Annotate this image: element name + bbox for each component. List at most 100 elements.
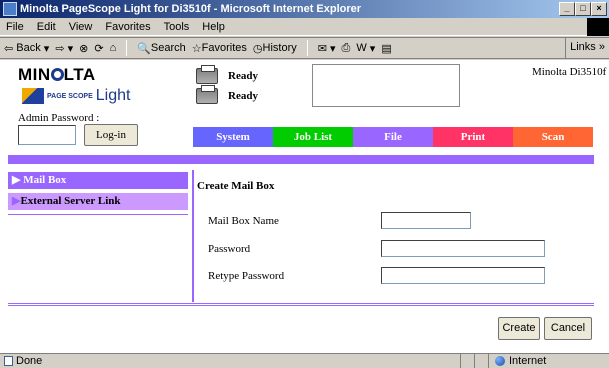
links-toolbar[interactable]: Links »	[565, 38, 609, 58]
refresh-icon: ⟳	[94, 42, 104, 55]
close-button[interactable]: ×	[591, 2, 607, 16]
mail-icon: ✉	[317, 42, 327, 55]
window-controls: _ □ ×	[559, 2, 607, 16]
retype-password-label: Retype Password	[208, 270, 285, 282]
tab-file[interactable]: File	[353, 127, 433, 147]
tab-print[interactable]: Print	[433, 127, 513, 147]
word-icon: W	[356, 42, 367, 54]
history-icon: ◷	[252, 42, 263, 55]
pagescope-light: Light	[95, 87, 131, 104]
brand-suffix: LTA	[63, 65, 96, 84]
stop-button[interactable]: ⊗	[79, 42, 88, 55]
search-icon: 🔍	[137, 42, 151, 55]
page-content: MIN LTA PAGE SCOPE Light Admin Password :…	[0, 60, 609, 353]
device-model: Minolta Di3510f	[532, 66, 607, 78]
admin-password-input[interactable]	[18, 125, 76, 145]
menu-view[interactable]: View	[69, 21, 93, 33]
header-divider	[8, 155, 594, 164]
favorites-icon: ☆	[191, 42, 202, 55]
menu-bar: File Edit View Favorites Tools Help	[0, 18, 609, 36]
pagescope-logo: PAGE SCOPE Light	[22, 87, 130, 105]
scanner-status: Ready	[196, 85, 258, 104]
sidebar-item-external-server-link[interactable]: ▶External Server Link	[8, 193, 188, 210]
security-zone: Internet	[488, 353, 609, 368]
brand-o-icon	[50, 68, 64, 81]
favorites-button[interactable]: ☆ Favorites	[192, 42, 247, 55]
page-title: Create Mail Box	[197, 180, 275, 192]
stop-icon: ⊗	[79, 42, 89, 55]
pagescope-icon	[22, 88, 44, 104]
zone-label: Internet	[509, 355, 547, 367]
edit-button[interactable]: W ▾	[356, 42, 375, 55]
tab-system[interactable]: System	[193, 127, 273, 147]
printer-status: Ready	[196, 65, 258, 84]
ie-toolbar: ⇦ Back ▾ ⇨ ▾ ⊗ ⟳ ⌂ 🔍 Search ☆ Favorites ◷ H…	[0, 37, 609, 59]
history-button[interactable]: ◷ History	[253, 42, 297, 55]
admin-password-label: Admin Password :	[18, 112, 100, 124]
home-button[interactable]: ⌂	[110, 42, 117, 54]
create-button[interactable]: Create	[498, 317, 540, 340]
pagescope-small: PAGE SCOPE	[47, 92, 93, 100]
links-label: Links	[570, 41, 596, 53]
minolta-logo: MIN LTA	[18, 65, 96, 85]
sidebar-item-label: External Server Link	[20, 195, 121, 207]
ie-icon	[3, 2, 17, 16]
maximize-button[interactable]: □	[575, 2, 591, 16]
mailbox-name-input[interactable]	[381, 212, 471, 229]
print-icon: ⎙	[341, 41, 351, 54]
tab-job-list[interactable]: Job List	[273, 127, 353, 147]
menu-favorites[interactable]: Favorites	[105, 21, 150, 33]
sidebar-item-mail-box[interactable]: ▶ Mail Box	[8, 172, 188, 189]
cancel-button[interactable]: Cancel	[544, 317, 592, 340]
login-button[interactable]: Log-in	[84, 124, 138, 146]
status-done-label: Done	[16, 355, 43, 367]
history-label: History	[262, 42, 297, 54]
password-label: Password	[208, 243, 251, 255]
message-box	[312, 64, 460, 107]
printer-status-text: Ready	[228, 70, 258, 82]
minimize-button[interactable]: _	[559, 2, 575, 16]
footer-divider-2	[8, 305, 594, 306]
windows-logo-icon	[587, 18, 609, 36]
back-label: Back	[16, 42, 41, 54]
favorites-label: Favorites	[201, 42, 247, 54]
sidebar-divider	[8, 214, 188, 215]
window-title: Minolta PageScope Light for Di3510f - Mi…	[20, 3, 362, 15]
content-divider	[192, 170, 194, 302]
print-button[interactable]: ⎙	[342, 42, 351, 55]
tab-scan[interactable]: Scan	[513, 127, 593, 147]
search-button[interactable]: 🔍 Search	[137, 42, 186, 55]
main-tabs: System Job List File Print Scan	[193, 127, 593, 147]
sidebar: ▶ Mail Box ▶External Server Link	[8, 172, 188, 215]
menu-tools[interactable]: Tools	[164, 21, 190, 33]
sidebar-item-label: Mail Box	[23, 174, 67, 186]
forward-button[interactable]: ⇨ ▾	[55, 42, 73, 55]
scanner-icon	[196, 85, 218, 104]
window-titlebar: Minolta PageScope Light for Di3510f - Mi…	[0, 0, 609, 18]
triangle-right-icon: ▶	[12, 174, 21, 186]
discuss-icon: ▤	[381, 42, 392, 55]
menu-file[interactable]: File	[6, 21, 24, 33]
statusbar-cell-2	[474, 353, 488, 368]
retype-password-input[interactable]	[381, 267, 545, 284]
back-arrow-icon: ⇦	[4, 42, 14, 55]
ie-statusbar: Done Internet	[0, 353, 609, 368]
internet-globe-icon	[495, 356, 505, 366]
menu-help[interactable]: Help	[202, 21, 225, 33]
menu-edit[interactable]: Edit	[37, 21, 56, 33]
mail-button[interactable]: ✉ ▾	[318, 42, 336, 55]
mailbox-name-label: Mail Box Name	[208, 215, 279, 227]
forward-arrow-icon: ⇨	[55, 42, 65, 55]
back-button[interactable]: ⇦ Back ▾	[4, 42, 49, 55]
statusbar-cell-1	[460, 353, 474, 368]
page-done-icon	[4, 356, 13, 366]
home-icon: ⌂	[109, 42, 117, 54]
password-input[interactable]	[381, 240, 545, 257]
discuss-button[interactable]: ▤	[381, 42, 391, 55]
search-label: Search	[150, 42, 186, 54]
scanner-status-text: Ready	[228, 90, 258, 102]
footer-divider	[8, 303, 594, 304]
refresh-button[interactable]: ⟳	[94, 42, 103, 55]
brand-prefix: MIN	[18, 65, 51, 84]
printer-icon	[196, 65, 218, 84]
